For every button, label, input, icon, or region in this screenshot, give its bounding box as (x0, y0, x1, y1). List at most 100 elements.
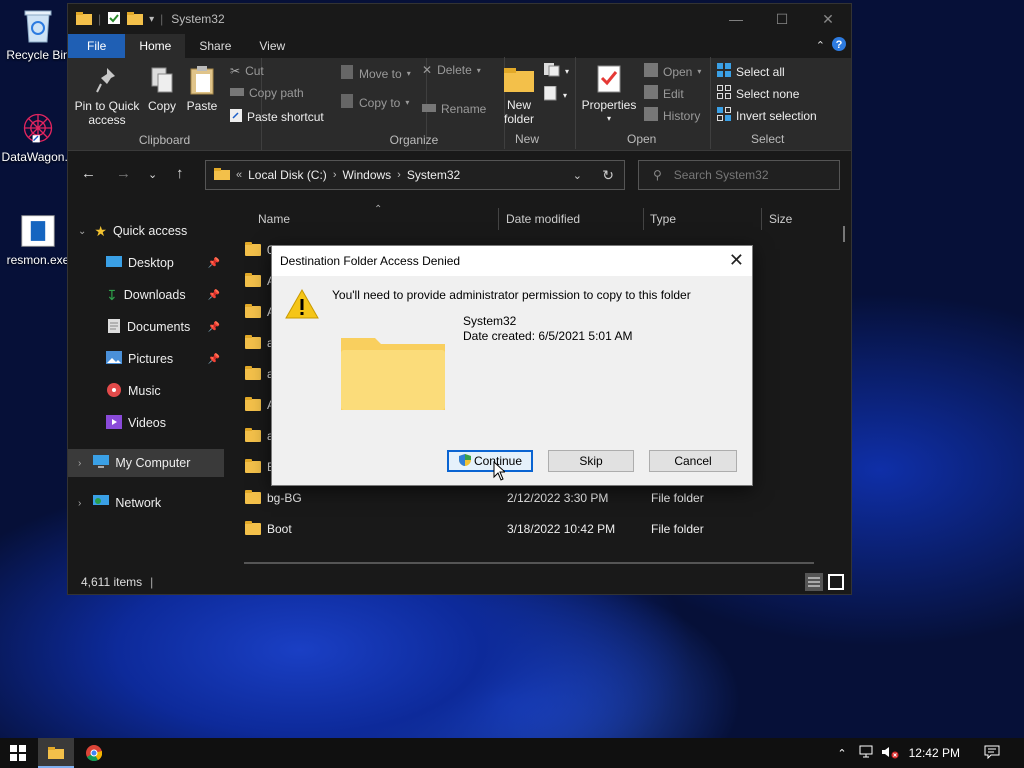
chevron-right-icon[interactable]: › (78, 498, 81, 509)
nav-music[interactable]: Music (68, 377, 224, 405)
status-bar: 4,611 items | (68, 570, 851, 594)
nav-network[interactable]: › Network (68, 489, 224, 517)
pin-icon[interactable]: 📌 (208, 258, 220, 269)
folder-icon (245, 304, 261, 318)
collapse-ribbon-icon[interactable]: ⌃ (816, 39, 825, 52)
separator: | (160, 12, 164, 26)
details-view-icon[interactable] (805, 573, 823, 594)
folder-icon (245, 242, 261, 256)
cancel-button[interactable]: Cancel (649, 450, 737, 472)
download-icon: ↧ (106, 286, 118, 303)
taskbar: ⌃ 12:42 PM (0, 738, 1024, 768)
pin-icon (91, 64, 123, 96)
skip-button[interactable]: Skip (548, 450, 634, 472)
column-header-name[interactable]: Name (258, 212, 290, 226)
nav-downloads[interactable]: ↧ Downloads 📌 (68, 281, 224, 309)
chrome-icon[interactable] (86, 745, 103, 764)
navigation-bar: ← → ⌄ ↑ « Local Disk (C:) › Windows › Sy… (68, 151, 851, 199)
desktop-icon-resmon[interactable]: resmon.exe (0, 213, 76, 267)
copy-to-button[interactable]: Copy to ▾ (340, 93, 409, 112)
access-denied-dialog: Destination Folder Access Denied ✕ You'l… (271, 245, 753, 486)
desktop-icon-datawagon[interactable]: DataWagon... (0, 110, 76, 164)
nav-pictures[interactable]: Pictures 📌 (68, 345, 224, 373)
nav-documents[interactable]: Documents 📌 (68, 313, 224, 341)
minimize-button[interactable]: — (713, 4, 759, 34)
music-icon (106, 382, 122, 401)
nav-my-computer[interactable]: › My Computer (68, 449, 224, 477)
tab-file[interactable]: File (68, 34, 126, 58)
chevron-right-icon[interactable]: › (333, 169, 337, 181)
nav-videos[interactable]: Videos (68, 409, 224, 437)
large-icons-view-icon[interactable] (827, 573, 845, 594)
up-arrow-icon[interactable]: ↑ (176, 165, 184, 182)
nav-desktop[interactable]: Desktop 📌 (68, 249, 224, 277)
windows-start-icon[interactable] (10, 745, 26, 764)
column-separator[interactable] (761, 208, 762, 230)
cut-button[interactable]: ✂ Cut (230, 64, 264, 78)
recycle-bin-icon (20, 8, 56, 44)
folder-icon (214, 167, 230, 183)
desktop-icon-recycle-bin[interactable]: Recycle Bin (0, 8, 76, 62)
pin-icon[interactable]: 📌 (208, 354, 220, 365)
chevron-down-icon[interactable]: ⌄ (573, 169, 582, 182)
new-folder-qa-icon[interactable] (127, 11, 144, 28)
maximize-button[interactable]: ☐ (759, 4, 805, 34)
move-to-button[interactable]: Move to ▾ (340, 64, 411, 83)
chevron-up-icon[interactable]: ⌃ (837, 747, 846, 760)
pin-icon[interactable]: 📌 (208, 290, 220, 301)
properties-qa-icon[interactable] (107, 11, 121, 28)
clock-time[interactable]: 12:42 PM (909, 746, 960, 760)
close-icon[interactable]: ✕ (729, 250, 744, 271)
breadcrumb-system32[interactable]: System32 (407, 168, 460, 182)
back-arrow-icon[interactable]: ← (81, 165, 96, 182)
network-status-icon[interactable] (859, 745, 875, 762)
chevron-down-icon[interactable]: ⌄ (78, 226, 86, 237)
taskbar-file-explorer[interactable] (38, 738, 74, 768)
address-bar[interactable]: « Local Disk (C:) › Windows › System32 ⌄… (205, 160, 625, 190)
svg-text:?: ? (836, 39, 843, 51)
paste-button[interactable]: Paste (184, 64, 220, 113)
column-separator[interactable] (643, 208, 644, 230)
clipboard-group: Pin to Quick access Copy Paste ✂ Cut Copy… (68, 58, 324, 150)
help-icon[interactable]: ? (831, 36, 847, 55)
search-input[interactable]: ⚲ Search System32 (638, 160, 840, 190)
refresh-icon[interactable]: ↻ (602, 167, 614, 184)
tab-view[interactable]: View (245, 34, 299, 58)
search-placeholder: Search System32 (673, 168, 769, 182)
organize-group: Move to ▾ Copy to ▾ Organize (262, 58, 438, 150)
vertical-scrollbar[interactable] (843, 226, 845, 242)
pin-quick-access-button[interactable]: Pin to Quick access (72, 64, 142, 127)
folder-icon (245, 335, 261, 349)
datawagon-icon (20, 110, 56, 146)
notification-icon[interactable] (984, 745, 1000, 762)
forward-arrow-icon[interactable]: → (116, 165, 131, 182)
folder-icon (48, 746, 64, 762)
pin-icon[interactable]: 📌 (208, 322, 220, 333)
volume-muted-icon[interactable] (881, 745, 899, 762)
desktop-icon-label: resmon.exe (6, 253, 70, 267)
horizontal-scrollbar[interactable] (244, 562, 814, 564)
breadcrumb-windows[interactable]: Windows (342, 168, 391, 182)
nav-quick-access[interactable]: ⌄ ★ Quick access (68, 217, 224, 245)
folder-icon (245, 366, 261, 380)
tab-home[interactable]: Home (125, 34, 186, 58)
recent-locations-icon[interactable]: ⌄ (148, 168, 157, 181)
column-header-size[interactable]: Size (769, 212, 792, 226)
continue-button[interactable]: Continue (447, 450, 533, 472)
group-label: Organize (389, 133, 439, 147)
list-item[interactable]: bg-BG 2/12/2022 3:30 PM File folder (245, 484, 825, 512)
list-item[interactable]: Boot 3/18/2022 10:42 PM File folder (245, 515, 825, 543)
navigation-pane: ⌄ ★ Quick access Desktop 📌 ↧ Downloads 📌… (68, 204, 228, 569)
close-button[interactable]: ✕ (805, 4, 851, 34)
chevron-right-icon[interactable]: › (78, 458, 81, 469)
column-separator[interactable] (498, 208, 499, 230)
tab-share[interactable]: Share (185, 34, 245, 58)
star-icon: ★ (94, 222, 107, 239)
chevron-right-icon[interactable]: › (397, 169, 401, 181)
copy-button[interactable]: Copy (144, 64, 180, 113)
column-header-date[interactable]: Date modified (506, 212, 580, 226)
column-header-type[interactable]: Type (650, 212, 676, 226)
breadcrumb-local-disk[interactable]: Local Disk (C:) (248, 168, 327, 182)
copy-icon (146, 64, 178, 96)
customize-qa-icon[interactable]: ▾ (149, 14, 154, 25)
